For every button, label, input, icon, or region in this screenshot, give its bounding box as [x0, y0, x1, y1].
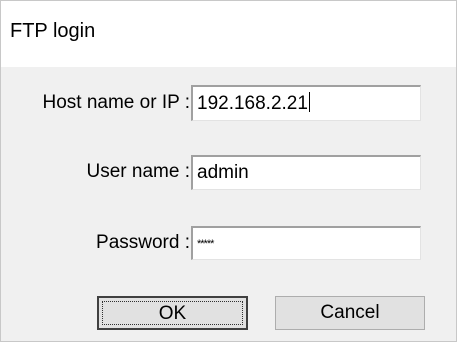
- user-name-input[interactable]: admin: [191, 155, 421, 190]
- cancel-button-label: Cancel: [320, 302, 380, 323]
- user-value: admin: [197, 162, 249, 183]
- host-label: Host name or IP :: [42, 92, 191, 113]
- password-label: Password :: [96, 232, 190, 253]
- title-bar: FTP login: [1, 1, 456, 67]
- cancel-button[interactable]: Cancel: [275, 296, 425, 330]
- password-input[interactable]: *****: [191, 226, 421, 260]
- host-input[interactable]: 192.168.2.21: [191, 85, 421, 121]
- user-label: User name :: [86, 161, 190, 182]
- password-value: *****: [197, 238, 214, 250]
- host-value: 192.168.2.21: [197, 93, 308, 114]
- text-caret: [308, 92, 310, 112]
- dialog-title: FTP login: [10, 20, 96, 42]
- ftp-login-dialog: FTP login Host name or IP : 192.168.2.21…: [0, 0, 457, 342]
- ok-button[interactable]: OK: [97, 296, 248, 330]
- focus-rectangle: [102, 301, 243, 325]
